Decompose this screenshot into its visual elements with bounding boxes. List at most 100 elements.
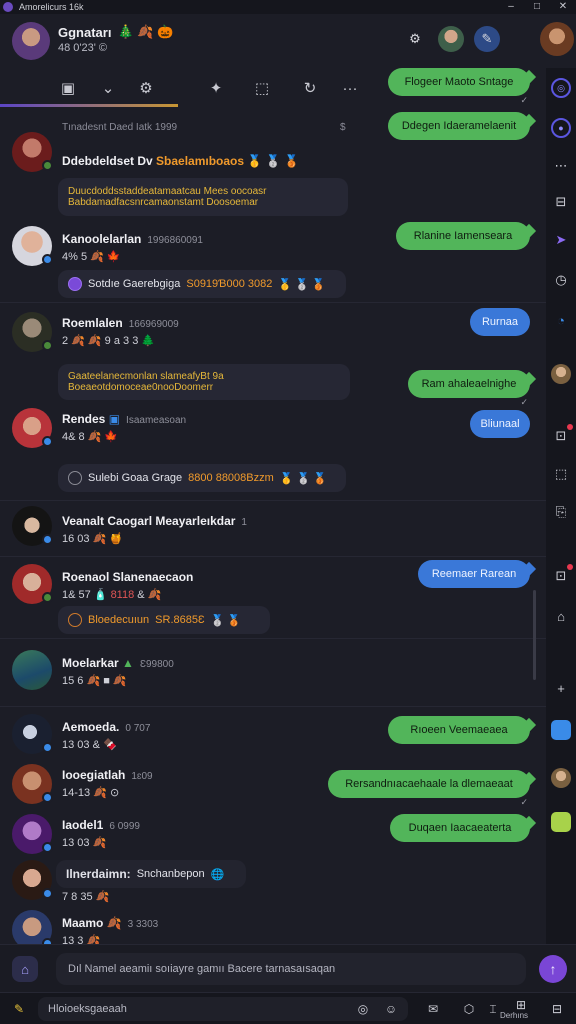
message-avatar[interactable]	[12, 714, 53, 754]
date-separator-right: $	[340, 122, 346, 133]
outgoing-bubble[interactable]: Ram ahaleaelnighe ✓	[408, 370, 537, 407]
sidebar-avatar-2[interactable]	[551, 768, 571, 788]
message-avatar[interactable]	[12, 506, 53, 546]
message-author[interactable]: Roemlalen 166969009	[62, 316, 179, 330]
outgoing-bubble[interactable]: Flogeer Maoto Sntage ✓	[388, 68, 537, 105]
outgoing-bubble[interactable]: Rurnaa	[470, 308, 530, 336]
divider	[0, 706, 546, 707]
edit-icon[interactable]: ✎	[474, 26, 500, 52]
message-avatar[interactable]	[12, 132, 53, 172]
gif-icon[interactable]: ◎	[354, 1001, 372, 1017]
chat-area: Tınadesnt Daed Iatk 1999 $ Ddebdeldset D…	[0, 68, 546, 950]
minimize-button[interactable]: –	[498, 0, 524, 14]
bottom-label: Derhıns	[500, 1011, 529, 1020]
message-author[interactable]: Aemoeda. 0 707	[62, 720, 150, 734]
attach-button[interactable]: ⌂	[12, 956, 38, 982]
message-avatar[interactable]	[12, 564, 53, 604]
add-icon[interactable]: +	[551, 678, 571, 698]
message-author[interactable]: Kanoolelarlan 1996860091	[62, 232, 203, 246]
message-avatar[interactable]	[12, 650, 52, 690]
send-icon[interactable]: ➤	[551, 230, 571, 250]
maximize-button[interactable]: □	[524, 0, 550, 14]
outgoing-bubble[interactable]: Duqaen Iaacaeaterta	[390, 814, 537, 842]
outgoing-bubble[interactable]: Bliunaal	[470, 410, 530, 438]
chat-title[interactable]: Ggnatarı 🎄 🍂 🎃	[58, 24, 173, 40]
shield-icon[interactable]: ⬡	[460, 1001, 478, 1017]
contact-avatar[interactable]	[438, 26, 464, 52]
message-avatar[interactable]	[12, 814, 53, 854]
message-card[interactable]: Bloedecuıun SR.8685Ɛ 🥈 🥉	[58, 606, 270, 634]
folder-icon[interactable]: ⊟	[551, 192, 571, 212]
status-icon[interactable]: ●	[551, 118, 571, 138]
message-card[interactable]: Duucdoddsstaddeatamaatcau Mees oocoasr B…	[58, 178, 348, 216]
more-vertical-icon[interactable]: ⋯	[551, 156, 571, 176]
outgoing-bubble[interactable]: Ddegen Idaeramelaenit	[388, 112, 537, 140]
chat-bubble-icon[interactable]: ◔	[551, 310, 571, 330]
close-button[interactable]: ✕	[550, 0, 576, 14]
outgoing-bubble[interactable]: Rıoeen Veemaeaea	[388, 716, 537, 744]
window-icon[interactable]: ⬚	[551, 464, 571, 484]
message-avatar[interactable]	[12, 860, 53, 900]
message-author[interactable]: Iaodel1 6 0999	[62, 818, 140, 832]
message-meta: 7 8 35 🍂	[62, 891, 110, 903]
sticker-icon[interactable]: ☺	[382, 1001, 400, 1017]
compass-icon[interactable]: ◎	[551, 78, 571, 98]
message-avatar[interactable]	[12, 226, 53, 266]
message-card[interactable]: Gaateelanecmonlan slameafyBt 9a Boeaeotd…	[58, 364, 350, 400]
gear-icon[interactable]: ⚙	[134, 76, 158, 100]
message-meta: 15 6 🍂 ■ 🍂	[62, 675, 127, 687]
message-card[interactable]: Sotdıe Gaerebgiga S0919Ɓ000 3082 🥇 🥈 🥉	[58, 270, 346, 298]
message-meta: 4% 5 🍂 🍁	[62, 251, 121, 263]
alert-icon[interactable]: ⊡	[551, 564, 573, 586]
message-author[interactable]: Iooegiatlah 1ɛ09	[62, 768, 153, 782]
window-icon[interactable]: ⊟	[548, 1001, 566, 1017]
chat-title-emojis: 🎄 🍂 🎃	[117, 24, 174, 39]
bottom-search[interactable]: Hloioeksgaeaah	[38, 997, 408, 1021]
puzzle-icon[interactable]: ✦	[204, 76, 228, 100]
message-avatar[interactable]	[12, 312, 53, 352]
refresh-icon[interactable]: ↻	[298, 76, 322, 100]
app-icon-2[interactable]	[551, 812, 571, 832]
group-avatar[interactable]	[12, 22, 50, 60]
scrollbar[interactable]	[533, 590, 536, 680]
inbox-icon[interactable]: ✉	[424, 1001, 442, 1017]
clock-icon[interactable]: ◷	[551, 270, 571, 290]
message-author[interactable]: Rendes ▣ Isaameasoan	[62, 412, 186, 426]
message-meta: 16 03 🍂 🍯	[62, 533, 124, 545]
send-button[interactable]: ↑	[539, 955, 567, 983]
chevron-down-icon[interactable]: ⌄	[96, 76, 120, 100]
message-author[interactable]: Roenaol Slanenaecaon	[62, 570, 193, 584]
message-card[interactable]: Sulebi Goaa Grage 8800 88008Bzzm 🥇 🥈 🥉	[58, 464, 346, 492]
chat-subtitle: 48 0'23' ©	[58, 42, 108, 54]
message-card[interactable]: Ilnerdaimn: Snchanbepon 🌐	[56, 860, 246, 888]
tab-bar: ▣ ⌄ ⚙ ✦ ⬚ ↻ ···	[0, 68, 380, 108]
share-icon[interactable]: ⎘	[551, 502, 571, 522]
outgoing-bubble[interactable]: Rersandnıacaehaale la dlemaeaat ✓	[328, 770, 537, 807]
message-meta: 13 03 & 🍫	[62, 739, 117, 751]
active-tab-indicator	[0, 104, 178, 107]
emoji-icon[interactable]: ✎	[10, 1001, 28, 1017]
message-author[interactable]: Ddebdeldset Dv Sbaelamıboaos 🥇 🥈 🥉	[62, 154, 299, 168]
user-avatar[interactable]	[540, 22, 574, 56]
outgoing-bubble[interactable]: Rlanine Iamenseara	[396, 222, 537, 250]
settings-icon[interactable]: ⚙	[402, 26, 428, 52]
message-input[interactable]: Dıl Namel aeamiı soıiayre gamıı Bacere t…	[56, 953, 526, 985]
message-author[interactable]: Veanalt Caogarl Meayarleıkdar 1	[62, 514, 247, 528]
message-author[interactable]: Moelarkar ▲ Ɛ99800	[62, 656, 174, 670]
sidebar-avatar[interactable]	[551, 364, 571, 384]
window-title: Amorelicurs 16k	[19, 2, 84, 12]
home-icon[interactable]: ⌂	[551, 606, 571, 626]
app-icon[interactable]	[551, 720, 571, 740]
coin-icon	[68, 471, 82, 485]
compose-bar: ⌂ Dıl Namel aeamiı soıiayre gamıı Bacere…	[0, 944, 576, 992]
message-author[interactable]: Maamo 🍂 3 3303	[62, 916, 158, 930]
notification-icon[interactable]: ⊡	[551, 424, 573, 446]
expand-icon[interactable]: ⬚	[250, 76, 274, 100]
message-avatar[interactable]	[12, 764, 53, 804]
tab-chat-icon[interactable]: ▣	[56, 76, 80, 100]
coin-icon	[68, 277, 82, 291]
more-icon[interactable]: ···	[338, 76, 362, 100]
app-logo-icon	[3, 2, 13, 12]
outgoing-bubble[interactable]: Reemaer Rarean	[418, 560, 537, 588]
message-avatar[interactable]	[12, 408, 53, 448]
